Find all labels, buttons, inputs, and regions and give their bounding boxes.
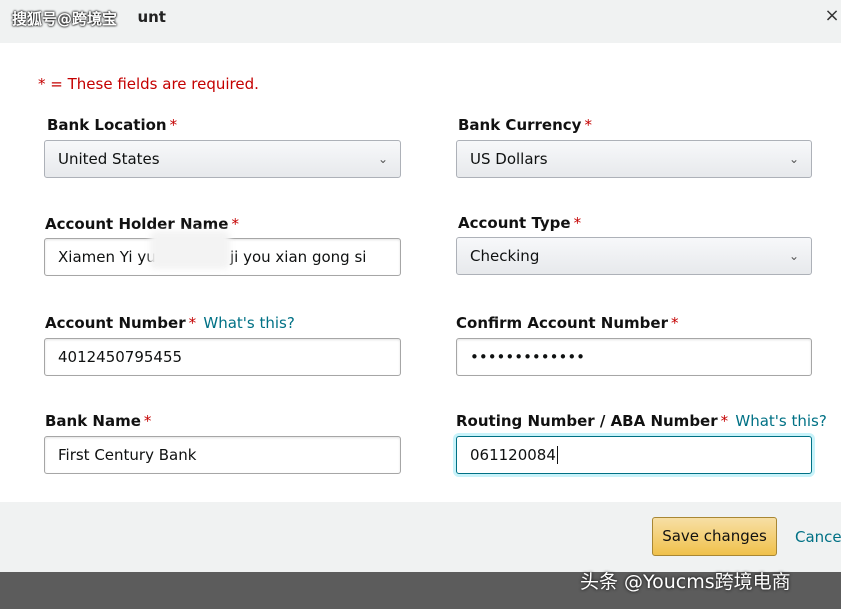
account-number-label: Account Number * What's this?	[45, 314, 295, 332]
watermark-bottom: 头条 @Youcms跨境电商	[580, 571, 791, 593]
bank-location-select[interactable]: United States ⌄	[44, 140, 401, 178]
bank-location-label: Bank Location *	[47, 116, 178, 134]
account-number-input[interactable]: 4012450795455	[44, 338, 401, 376]
cancel-button[interactable]: Cancel	[795, 528, 841, 546]
bank-name-label: Bank Name *	[45, 412, 152, 430]
account-number-value: 4012450795455	[58, 348, 183, 366]
account-type-value: Checking	[470, 247, 540, 265]
account-number-help-link[interactable]: What's this?	[203, 314, 294, 332]
routing-number-value: 061120084	[470, 446, 556, 464]
account-type-select[interactable]: Checking ⌄	[456, 237, 812, 275]
redaction-blur	[150, 231, 230, 269]
chevron-down-icon: ⌄	[788, 249, 799, 263]
confirm-account-number-label: Confirm Account Number *	[456, 314, 679, 332]
confirm-account-number-input[interactable]: •••••••••••••	[456, 338, 812, 376]
close-icon[interactable]: ×	[822, 4, 841, 28]
required-note: * = These fields are required.	[38, 75, 259, 93]
confirm-account-number-value: •••••••••••••	[470, 348, 586, 366]
chevron-down-icon: ⌄	[788, 152, 799, 166]
bank-currency-label: Bank Currency *	[458, 116, 592, 134]
account-type-label: Account Type *	[458, 214, 582, 232]
watermark-top: 搜狐号@跨境宝	[12, 10, 118, 28]
routing-number-help-link[interactable]: What's this?	[735, 412, 826, 430]
bank-name-value: First Century Bank	[58, 446, 197, 464]
chevron-down-icon: ⌄	[377, 152, 388, 166]
bank-currency-value: US Dollars	[470, 150, 548, 168]
routing-number-input[interactable]: 061120084	[456, 436, 812, 474]
bank-currency-select[interactable]: US Dollars ⌄	[456, 140, 812, 178]
text-cursor	[556, 446, 558, 464]
account-holder-name-value-end: ji you xian gong si	[230, 248, 367, 266]
save-changes-button[interactable]: Save changes	[652, 517, 777, 556]
routing-number-label: Routing Number / ABA Number * What's this…	[456, 412, 827, 430]
bank-name-input[interactable]: First Century Bank	[44, 436, 401, 474]
account-holder-name-value-start: Xiamen Yi yu	[58, 248, 156, 266]
bank-location-value: United States	[58, 150, 160, 168]
